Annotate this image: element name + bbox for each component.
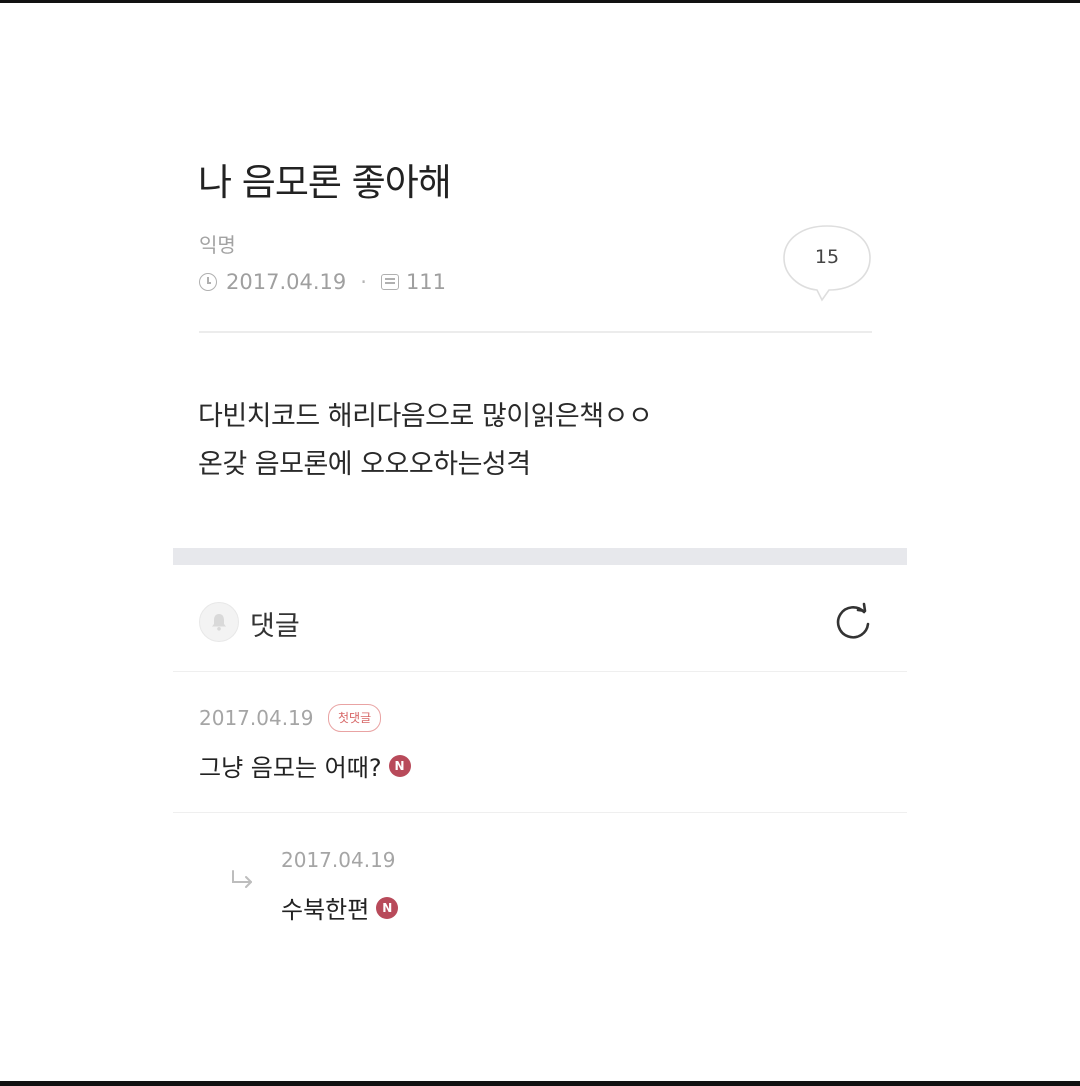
comment-item[interactable]: 그냥 음모는 어때? N <box>199 748 411 783</box>
clock-icon <box>199 273 217 291</box>
post-body: 다빈치코드 해리다음으로 많이읽은책ㅇㅇ 온갖 음모론에 오오오하는성격 <box>198 393 653 489</box>
top-frame-border <box>0 0 1080 3</box>
new-badge-icon: N <box>388 754 411 777</box>
first-comment-badge: 첫댓글 <box>328 704 382 732</box>
views-icon <box>380 274 399 290</box>
comments-label: 댓글 <box>250 611 300 642</box>
refresh-icon <box>836 602 870 639</box>
post-author: 익명 <box>199 233 236 257</box>
post-meta: 2017.04.19 · 111 <box>199 267 446 297</box>
new-badge-icon: N <box>376 896 399 919</box>
comment-text: 그냥 음모는 어때? <box>199 754 382 782</box>
title-divider <box>199 331 872 333</box>
bottom-frame-border <box>0 1081 1080 1086</box>
comments-header-divider <box>173 671 907 672</box>
comment-date: 2017.04.19 <box>199 706 314 730</box>
bell-icon <box>212 614 226 631</box>
reply-arrow-icon <box>232 870 252 888</box>
post-date: 2017.04.19 <box>226 270 347 294</box>
post-views: 111 <box>405 270 447 294</box>
comment-divider <box>173 812 907 813</box>
comment-count: 15 <box>814 246 840 268</box>
post-body-line: 온갖 음모론에 오오오하는성격 <box>198 449 531 480</box>
reply-text: 수북한편 <box>281 896 370 924</box>
comments-header: 댓글 <box>199 600 875 646</box>
comment-count-button[interactable]: 15 <box>782 224 872 302</box>
reply-date: 2017.04.19 <box>281 848 396 872</box>
post-title: 나 음모론 좋아해 <box>198 161 452 204</box>
refresh-button[interactable] <box>831 600 875 644</box>
reply-item[interactable]: 수북한편 N <box>281 890 399 925</box>
post-body-line: 다빈치코드 해리다음으로 많이읽은책ㅇㅇ <box>198 401 653 432</box>
meta-separator: · <box>360 270 367 294</box>
section-separator <box>173 548 907 565</box>
bell-button[interactable] <box>199 602 239 642</box>
